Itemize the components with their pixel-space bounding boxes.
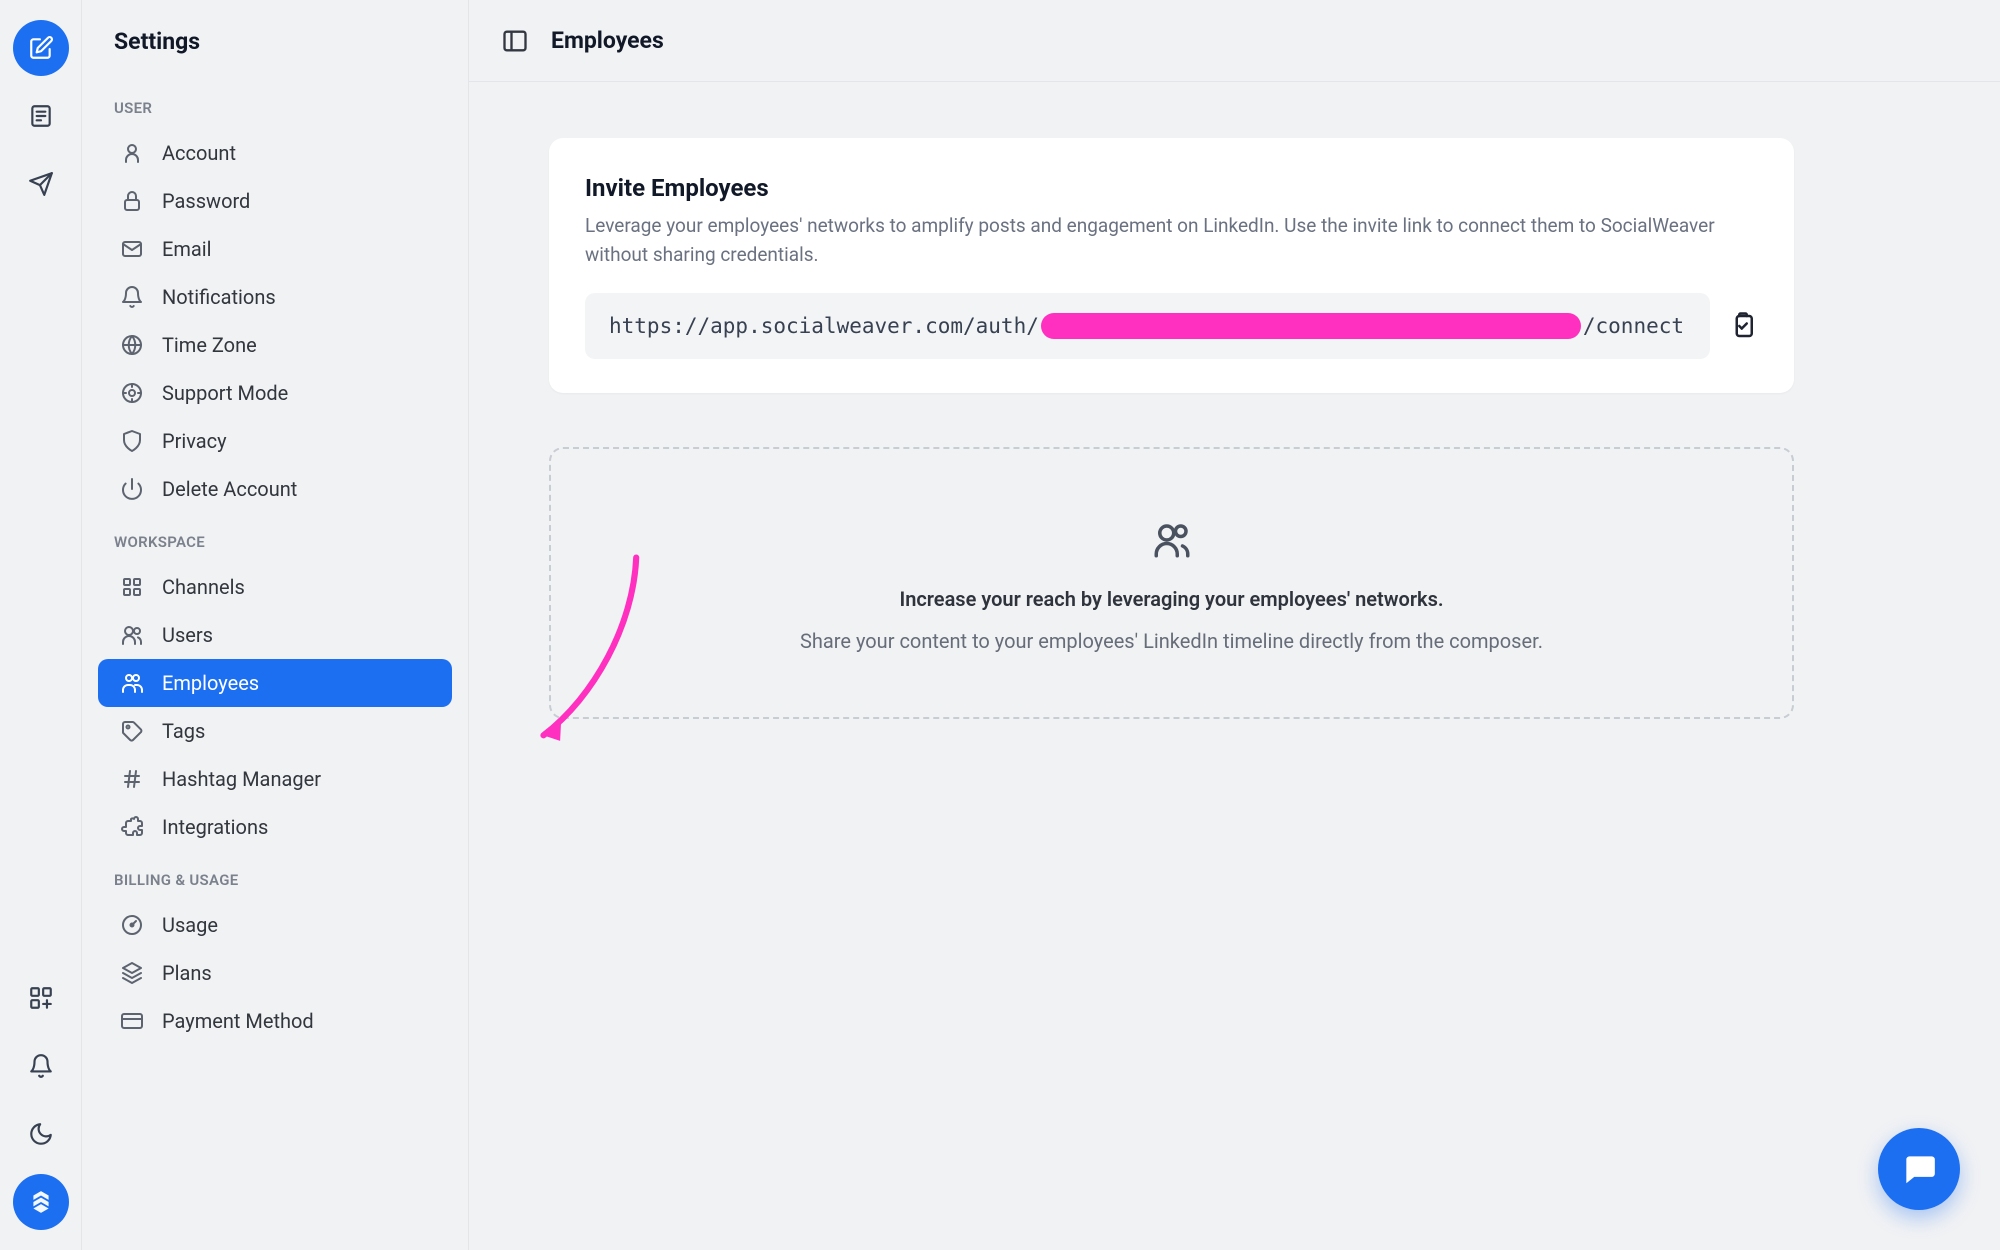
globe-icon (120, 333, 144, 357)
puzzle-icon (120, 815, 144, 839)
redacted-segment (1041, 313, 1581, 339)
support-icon (120, 381, 144, 405)
send-button[interactable] (13, 156, 69, 212)
nav-hashtag-manager[interactable]: Hashtag Manager (98, 755, 452, 803)
invite-title: Invite Employees (585, 174, 1758, 202)
main-area: Employees Invite Employees Leverage your… (469, 0, 2000, 1250)
nav-label: Email (162, 237, 212, 261)
gauge-icon (120, 913, 144, 937)
settings-sidebar: Settings USER Account Password Email Not… (82, 0, 469, 1250)
apps-button[interactable] (13, 970, 69, 1026)
topbar: Employees (469, 0, 2000, 82)
nav-usage[interactable]: Usage (98, 901, 452, 949)
users-empty-icon (1151, 519, 1193, 561)
nav-label: Privacy (162, 429, 227, 453)
nav-email[interactable]: Email (98, 225, 452, 273)
feed-button[interactable] (13, 88, 69, 144)
nav-label: Delete Account (162, 477, 297, 501)
panel-toggle-icon[interactable] (501, 27, 529, 55)
nav-label: Notifications (162, 285, 276, 309)
invite-url[interactable]: https://app.socialweaver.com/auth/ /conn… (585, 293, 1710, 359)
layers-icon (120, 961, 144, 985)
users-icon (120, 623, 144, 647)
nav-users[interactable]: Users (98, 611, 452, 659)
credit-card-icon (120, 1009, 144, 1033)
nav-label: Account (162, 141, 236, 165)
nav-label: Tags (162, 719, 205, 743)
nav-password[interactable]: Password (98, 177, 452, 225)
nav-label: Support Mode (162, 381, 288, 405)
copy-button[interactable] (1728, 311, 1758, 341)
bell-icon (120, 285, 144, 309)
workspace-switcher[interactable] (13, 1174, 69, 1230)
nav-timezone[interactable]: Time Zone (98, 321, 452, 369)
invite-url-prefix: https://app.socialweaver.com/auth/ (609, 314, 1039, 338)
nav-notifications[interactable]: Notifications (98, 273, 452, 321)
nav-label: Plans (162, 961, 212, 985)
nav-employees[interactable]: Employees (98, 659, 452, 707)
power-icon (120, 477, 144, 501)
nav-label: Usage (162, 913, 218, 937)
settings-title: Settings (82, 28, 468, 79)
section-workspace-label: WORKSPACE (82, 513, 468, 563)
nav-account[interactable]: Account (98, 129, 452, 177)
chat-fab[interactable] (1878, 1128, 1960, 1210)
user-icon (120, 141, 144, 165)
page-title: Employees (551, 27, 664, 54)
empty-state: Increase your reach by leveraging your e… (549, 447, 1794, 719)
nav-label: Employees (162, 671, 259, 695)
nav-label: Integrations (162, 815, 268, 839)
nav-tags[interactable]: Tags (98, 707, 452, 755)
alerts-button[interactable] (13, 1038, 69, 1094)
nav-payment-method[interactable]: Payment Method (98, 997, 452, 1045)
nav-delete-account[interactable]: Delete Account (98, 465, 452, 513)
nav-channels[interactable]: Channels (98, 563, 452, 611)
nav-plans[interactable]: Plans (98, 949, 452, 997)
employees-icon (120, 671, 144, 695)
tag-icon (120, 719, 144, 743)
hash-icon (120, 767, 144, 791)
compose-button[interactable] (13, 20, 69, 76)
invite-card: Invite Employees Leverage your employees… (549, 138, 1794, 393)
nav-label: Time Zone (162, 333, 257, 357)
icon-rail (0, 0, 82, 1250)
lock-icon (120, 189, 144, 213)
nav-label: Users (162, 623, 213, 647)
content: Invite Employees Leverage your employees… (469, 82, 2000, 775)
nav-label: Password (162, 189, 250, 213)
invite-description: Leverage your employees' networks to amp… (585, 212, 1745, 269)
nav-integrations[interactable]: Integrations (98, 803, 452, 851)
invite-url-suffix: /connect (1583, 314, 1684, 338)
nav-label: Hashtag Manager (162, 767, 321, 791)
section-billing-label: BILLING & USAGE (82, 851, 468, 901)
mail-icon (120, 237, 144, 261)
dark-mode-button[interactable] (13, 1106, 69, 1162)
empty-line1: Increase your reach by leveraging your e… (591, 587, 1752, 611)
nav-support-mode[interactable]: Support Mode (98, 369, 452, 417)
shield-icon (120, 429, 144, 453)
nav-label: Channels (162, 575, 245, 599)
nav-privacy[interactable]: Privacy (98, 417, 452, 465)
empty-line2: Share your content to your employees' Li… (591, 629, 1752, 653)
grid-icon (120, 575, 144, 599)
section-user-label: USER (82, 79, 468, 129)
nav-label: Payment Method (162, 1009, 314, 1033)
